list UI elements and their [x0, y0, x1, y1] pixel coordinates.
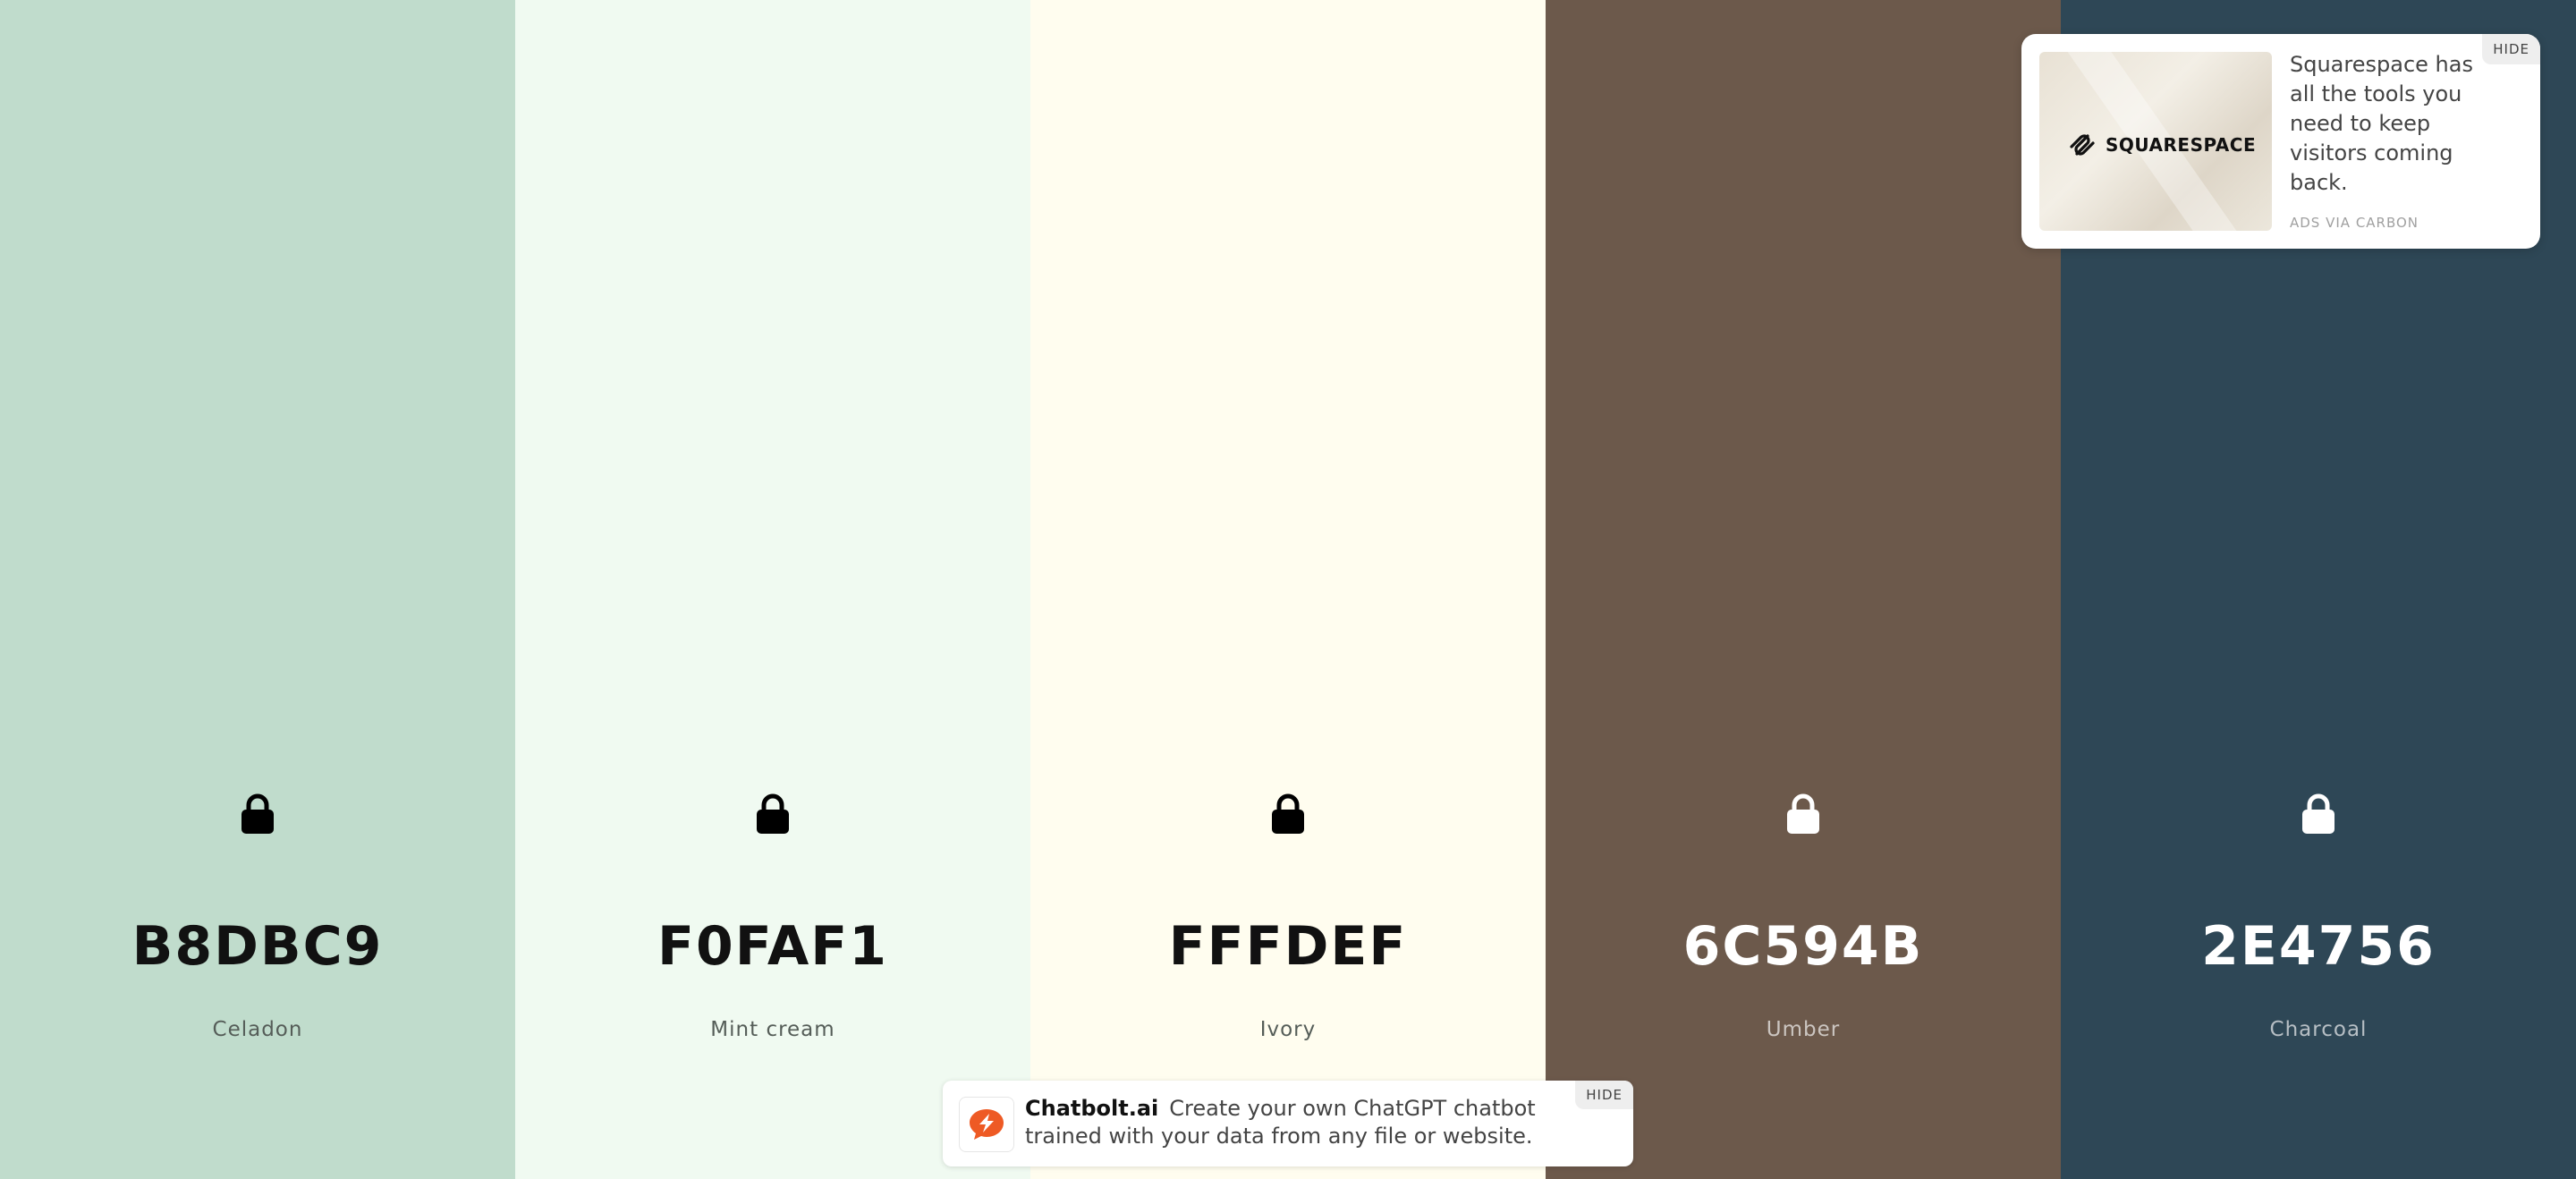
banner-brand: Chatbolt.ai	[1025, 1096, 1159, 1121]
lock-icon[interactable]	[754, 793, 792, 834]
color-name: Ivory	[1259, 1018, 1317, 1041]
lock-icon[interactable]	[239, 793, 276, 834]
hide-ad-button[interactable]: HIDE	[2482, 34, 2540, 64]
swatch-umber[interactable]: 6C594B Umber	[1546, 0, 2061, 1179]
carbon-ad: SQUARESPACE Squarespace has all the tool…	[2021, 34, 2540, 249]
color-name: Celadon	[212, 1018, 303, 1041]
ad-image[interactable]: SQUARESPACE	[2039, 52, 2272, 231]
hex-code[interactable]: F0FAF1	[515, 914, 1030, 979]
chatbolt-banner[interactable]: Chatbolt.ai Create your own ChatGPT chatb…	[943, 1081, 1633, 1166]
hide-banner-button[interactable]: HIDE	[1575, 1081, 1633, 1109]
lock-icon[interactable]	[1269, 793, 1307, 834]
hex-code[interactable]: B8DBC9	[0, 914, 515, 979]
squarespace-logo: SQUARESPACE	[2066, 129, 2256, 161]
ads-via-carbon-link[interactable]: ADS VIA CARBON	[2290, 215, 2419, 231]
lock-icon[interactable]	[1784, 793, 1822, 834]
ad-text[interactable]: Squarespace has all the tools you need t…	[2290, 50, 2487, 198]
banner-text: Chatbolt.ai Create your own ChatGPT chatb…	[1025, 1095, 1580, 1150]
color-name: Mint cream	[710, 1018, 835, 1041]
swatch-mint-cream[interactable]: F0FAF1 Mint cream	[515, 0, 1030, 1179]
squarespace-logo-icon	[2070, 134, 2095, 156]
hex-code[interactable]: 2E4756	[2061, 914, 2576, 979]
chatbolt-icon	[959, 1097, 1014, 1152]
color-name: Umber	[1766, 1018, 1841, 1041]
swatch-ivory[interactable]: FFFDEF Ivory	[1030, 0, 1546, 1179]
ad-logo-text: SQUARESPACE	[2106, 134, 2257, 156]
hex-code[interactable]: FFFDEF	[1030, 914, 1546, 979]
hex-code[interactable]: 6C594B	[1546, 914, 2061, 979]
color-name: Charcoal	[2269, 1018, 2368, 1041]
lock-icon[interactable]	[2300, 793, 2337, 834]
swatch-celadon[interactable]: B8DBC9 Celadon	[0, 0, 515, 1179]
